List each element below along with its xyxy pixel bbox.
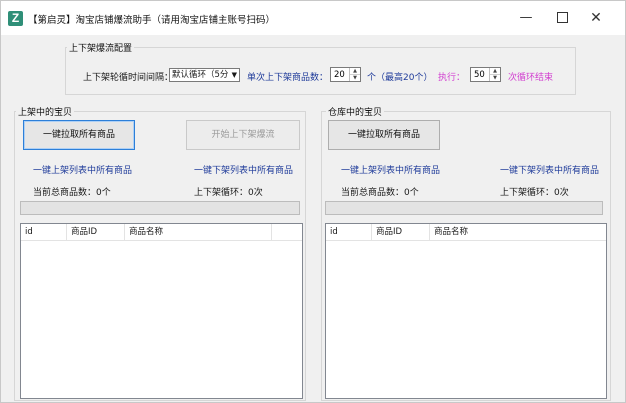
execute-stepper[interactable]: ▲ ▼	[470, 67, 501, 82]
left-total-count: 当前总商品数：0个	[33, 188, 111, 198]
config-group-title: 上下架爆流配置	[67, 41, 135, 54]
execute-input[interactable]	[472, 68, 490, 81]
right-product-table[interactable]: id 商品ID 商品名称	[325, 223, 607, 399]
execute-label: 执行：	[438, 73, 466, 83]
right-total-count: 当前总商品数：0个	[341, 188, 419, 198]
minimize-button[interactable]: —	[511, 7, 541, 29]
maximize-icon	[556, 12, 568, 23]
left-list-all-link[interactable]: 一键上架列表中所有商品	[33, 163, 132, 176]
right-pull-all-button[interactable]: 一键拉取所有商品	[328, 120, 440, 150]
right-progress-bar	[325, 201, 603, 215]
start-flow-button[interactable]: 开始上下架爆流	[186, 120, 300, 150]
column-header-product-id[interactable]: 商品ID	[372, 224, 430, 240]
count-suffix: 个（最高20个）	[367, 73, 433, 83]
left-progress-bar	[20, 201, 300, 215]
title-bar[interactable]: Z 【第启灵】淘宝店铺爆流助手（请用淘宝店铺主账号扫码） — ✕	[1, 1, 625, 35]
app-window: Z 【第启灵】淘宝店铺爆流助手（请用淘宝店铺主账号扫码） — ✕ 上下架爆流配置…	[0, 0, 626, 403]
left-product-table[interactable]: id 商品ID 商品名称	[20, 223, 303, 399]
left-table-header: id 商品ID 商品名称	[21, 224, 302, 241]
maximize-button[interactable]	[547, 7, 577, 29]
window-title: 【第启灵】淘宝店铺爆流助手（请用淘宝店铺主账号扫码）	[28, 15, 276, 26]
column-header-product-name[interactable]: 商品名称	[125, 224, 272, 240]
stepper-down-icon[interactable]: ▼	[350, 74, 360, 81]
execute-stepper-arrows[interactable]: ▲ ▼	[489, 68, 500, 81]
left-pull-all-button[interactable]: 一键拉取所有商品	[23, 120, 135, 150]
right-table-header: id 商品ID 商品名称	[326, 224, 606, 241]
app-logo-icon: Z	[8, 11, 23, 26]
left-panel-title: 上架中的宝贝	[16, 105, 75, 118]
count-label: 单次上下架商品数：	[247, 73, 329, 83]
close-button[interactable]: ✕	[581, 7, 611, 29]
interval-select[interactable]: 默认循环（5分 ▼	[169, 68, 240, 82]
left-cycle-count: 上下架循环：0次	[194, 188, 263, 198]
interval-select-value: 默认循环（5分	[172, 70, 229, 80]
column-header-id[interactable]: id	[326, 224, 372, 240]
right-delist-all-link[interactable]: 一键下架列表中所有商品	[500, 163, 599, 176]
right-list-all-link[interactable]: 一键上架列表中所有商品	[341, 163, 440, 176]
column-header-product-id[interactable]: 商品ID	[67, 224, 125, 240]
stepper-down-icon[interactable]: ▼	[490, 74, 500, 81]
count-input[interactable]	[332, 68, 350, 81]
column-header-product-name[interactable]: 商品名称	[430, 224, 606, 240]
right-cycle-count: 上下架循环：0次	[500, 188, 569, 198]
interval-label: 上下架轮循时间间隔：	[83, 73, 174, 83]
chevron-down-icon: ▼	[231, 71, 237, 79]
left-delist-all-link[interactable]: 一键下架列表中所有商品	[194, 163, 293, 176]
count-stepper[interactable]: ▲ ▼	[330, 67, 361, 82]
count-stepper-arrows[interactable]: ▲ ▼	[349, 68, 360, 81]
right-panel-title: 仓库中的宝贝	[326, 105, 385, 118]
column-header-id[interactable]: id	[21, 224, 67, 240]
execute-suffix: 次循环结束	[508, 73, 554, 83]
